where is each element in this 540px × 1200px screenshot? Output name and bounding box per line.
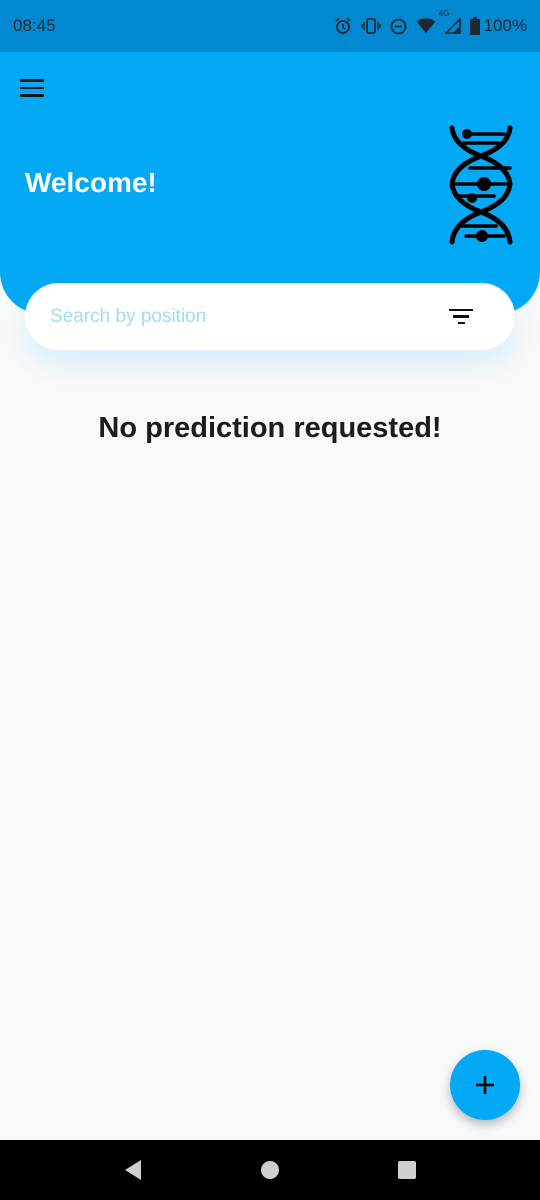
filter-icon[interactable] bbox=[447, 306, 475, 328]
status-time: 08:45 bbox=[13, 16, 56, 35]
back-icon[interactable] bbox=[113, 1150, 153, 1190]
network-type-label: 4G bbox=[438, 9, 450, 18]
app-header: Welcome! bbox=[0, 52, 540, 314]
vibrate-icon bbox=[360, 18, 381, 34]
dna-icon bbox=[449, 125, 513, 245]
status-icons: 4G 100% bbox=[334, 9, 527, 36]
page-title: Welcome! bbox=[25, 167, 157, 198]
alarm-icon bbox=[334, 17, 352, 35]
search-input[interactable] bbox=[50, 305, 447, 328]
search-bar bbox=[25, 283, 515, 350]
add-prediction-button[interactable] bbox=[450, 1050, 520, 1120]
wifi-icon bbox=[416, 18, 436, 34]
status-bar: 08:45 4G 100% bbox=[0, 0, 540, 52]
empty-state-message: No prediction requested! bbox=[98, 412, 442, 444]
plus-icon bbox=[476, 1076, 494, 1094]
do-not-disturb-icon bbox=[390, 18, 407, 35]
home-icon[interactable] bbox=[250, 1150, 290, 1190]
battery-icon bbox=[469, 17, 480, 35]
menu-icon[interactable] bbox=[20, 76, 50, 100]
system-nav-bar bbox=[0, 1140, 540, 1200]
battery-percentage: 100% bbox=[483, 16, 527, 35]
recents-icon[interactable] bbox=[387, 1150, 427, 1190]
signal-icon: 4G bbox=[439, 9, 461, 34]
